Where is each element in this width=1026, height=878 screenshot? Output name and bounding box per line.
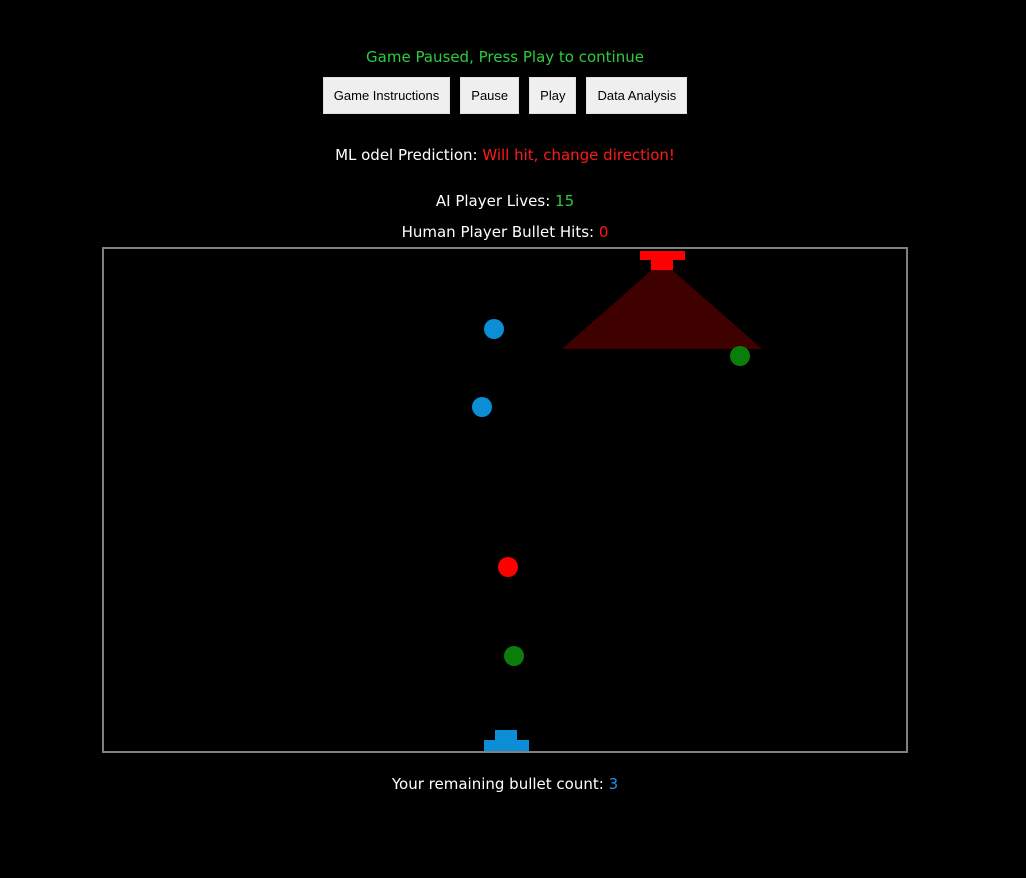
- ai-lives-label: AI Player Lives:: [435, 192, 556, 210]
- ai-player-lives: AI Player Lives: 15: [0, 191, 1010, 211]
- pause-button[interactable]: Pause: [460, 77, 520, 114]
- red-bullet: [498, 557, 518, 577]
- bullet-count-value: 3: [608, 775, 619, 793]
- blue-bullet: [472, 397, 492, 417]
- ai-vision-cone: [562, 261, 762, 349]
- blue-bullet: [484, 319, 504, 339]
- game-instructions-button[interactable]: Game Instructions: [322, 77, 451, 114]
- ml-prediction: ML odel Prediction: Will hit, change dir…: [0, 145, 1010, 165]
- green-bullet: [504, 646, 524, 666]
- remaining-bullet-count: Your remaining bullet count: 3: [0, 774, 1010, 794]
- game-canvas: [472, 251, 762, 751]
- status-text: Game Paused, Press Play to continue: [366, 48, 644, 66]
- human-player-turret: [495, 730, 517, 740]
- ai-lives-value: 15: [555, 192, 575, 210]
- ai-player-body: [640, 251, 685, 260]
- prediction-value: Will hit, change direction!: [482, 146, 675, 164]
- ai-player-turret: [651, 260, 673, 270]
- hits-label: Human Player Bullet Hits:: [401, 223, 599, 241]
- hits-value: 0: [598, 223, 609, 241]
- bullet-count-label: Your remaining bullet count:: [391, 775, 609, 793]
- human-player-bullet-hits: Human Player Bullet Hits: 0: [0, 222, 1010, 242]
- game-arena[interactable]: [102, 247, 908, 753]
- human-player-body: [484, 740, 529, 751]
- green-bullet: [730, 346, 750, 366]
- prediction-label: ML odel Prediction:: [335, 146, 483, 164]
- play-button[interactable]: Play: [529, 77, 577, 114]
- game-status-message: Game Paused, Press Play to continue: [0, 47, 1010, 67]
- data-analysis-button[interactable]: Data Analysis: [586, 77, 688, 114]
- toolbar: Game Instructions Pause Play Data Analys…: [0, 77, 1010, 114]
